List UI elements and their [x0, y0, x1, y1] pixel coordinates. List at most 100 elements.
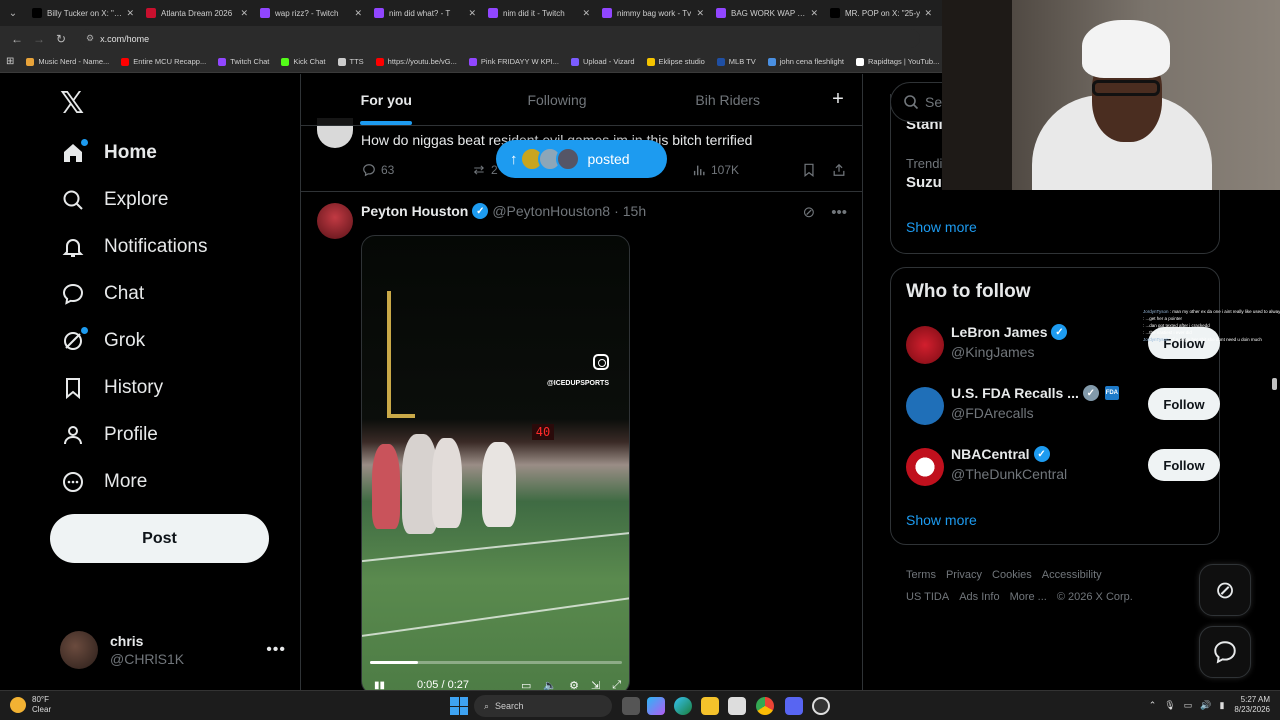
- footer-link[interactable]: Terms: [906, 569, 936, 581]
- bookmark-item[interactable]: Upload - Vizard: [570, 57, 635, 66]
- browser-tab[interactable]: MR. POP on X: "25-y ✕: [824, 2, 938, 24]
- follow-button[interactable]: Follow: [1148, 449, 1220, 481]
- avatar[interactable]: [317, 203, 353, 239]
- chrome-icon[interactable]: [756, 697, 774, 715]
- nav-item-chat[interactable]: Chat: [60, 277, 144, 311]
- network-icon[interactable]: ▭: [1184, 700, 1193, 711]
- fullscreen-icon[interactable]: ⤢: [612, 679, 621, 691]
- suggested-user-name[interactable]: NBACentral: [951, 446, 1030, 462]
- suggested-user-name[interactable]: LeBron James: [951, 324, 1047, 340]
- edge-icon[interactable]: [674, 697, 692, 715]
- volume-icon[interactable]: 🔊: [1200, 700, 1211, 711]
- bookmark-item[interactable]: Eklipse studio: [646, 57, 705, 66]
- browser-tab[interactable]: wap rizz? - Twitch ✕: [254, 2, 368, 24]
- apps-icon[interactable]: ⊞: [6, 56, 14, 67]
- tweet[interactable]: Peyton Houston ✓ @PeytonHouston8 · 15h ⊘…: [301, 193, 862, 690]
- footer-link[interactable]: Cookies: [992, 569, 1032, 581]
- nav-item-history[interactable]: History: [60, 371, 163, 405]
- add-tab-plus-icon[interactable]: +: [813, 74, 862, 125]
- close-tab-icon[interactable]: ✕: [468, 8, 476, 19]
- site-info-icon[interactable]: ⚙: [86, 33, 94, 44]
- nav-item-profile[interactable]: Profile: [60, 418, 158, 452]
- back-icon[interactable]: ←: [6, 32, 28, 46]
- post-button[interactable]: Post: [50, 514, 269, 563]
- account-switcher[interactable]: chris @CHRlS1K •••: [60, 628, 286, 672]
- footer-link[interactable]: Accessibility: [1042, 569, 1102, 581]
- windows-start-icon[interactable]: [450, 697, 468, 715]
- grok-icon[interactable]: ⊘: [803, 203, 816, 221]
- bookmark-item[interactable]: Kick Chat: [281, 57, 326, 66]
- avatar[interactable]: [906, 448, 944, 486]
- chevron-up-icon[interactable]: ⌃: [1149, 700, 1157, 711]
- tab-for-you[interactable]: For you: [301, 74, 472, 125]
- file-explorer-icon[interactable]: [701, 697, 719, 715]
- close-tab-icon[interactable]: ✕: [240, 8, 248, 19]
- footer-link[interactable]: Privacy: [946, 569, 982, 581]
- trend-name[interactable]: Suzu: [906, 174, 942, 191]
- close-tab-icon[interactable]: ✕: [126, 8, 134, 19]
- tab-following[interactable]: Following: [472, 74, 643, 125]
- browser-tab[interactable]: Billy Tucker on X: "Th ✕: [26, 2, 140, 24]
- bookmark-item[interactable]: Music Nerd - Name...: [26, 57, 109, 66]
- popout-icon[interactable]: ⇲: [591, 679, 600, 691]
- page-scrollbar[interactable]: [1272, 378, 1277, 390]
- close-tab-icon[interactable]: ✕: [810, 8, 818, 19]
- avatar[interactable]: [906, 326, 944, 364]
- bookmark-item[interactable]: https://youtu.be/vG...: [375, 57, 457, 66]
- tab-search-icon[interactable]: ⌄: [0, 0, 26, 26]
- bookmark-item[interactable]: john cena fleshlight: [767, 57, 844, 66]
- video-player[interactable]: 40 @ICEDUPSPORTS ▮▮ 0:05 / 0:27 ▭ 🔈 ⚙ ⇲: [361, 235, 630, 690]
- copilot-icon[interactable]: [647, 697, 665, 715]
- messages-fab-button[interactable]: [1199, 626, 1251, 678]
- trends-show-more-link[interactable]: Show more: [906, 219, 977, 235]
- settings-icon[interactable]: ⚙: [569, 679, 579, 691]
- footer-link[interactable]: More ...: [1010, 591, 1047, 603]
- bookmark-item[interactable]: Rapidtags | YouTub...: [855, 57, 939, 66]
- clock[interactable]: 5:27 AM 8/23/2026: [1234, 695, 1270, 715]
- obs-icon[interactable]: [812, 697, 830, 715]
- follow-button[interactable]: Follow: [1148, 388, 1220, 420]
- battery-icon[interactable]: ▮: [1219, 700, 1224, 711]
- x-logo-icon[interactable]: 𝕏: [60, 86, 84, 121]
- close-tab-icon[interactable]: ✕: [354, 8, 362, 19]
- tweet-time[interactable]: 15h: [623, 203, 646, 219]
- bookmark-button[interactable]: [801, 162, 821, 178]
- captions-icon[interactable]: ▭: [521, 679, 531, 691]
- nav-item-home[interactable]: Home: [60, 136, 157, 170]
- footer-link[interactable]: © 2026 X Corp.: [1057, 591, 1133, 603]
- more-dots-icon[interactable]: •••: [831, 204, 847, 221]
- tab-bih-riders[interactable]: Bih Riders: [642, 74, 813, 125]
- suggested-user-name[interactable]: U.S. FDA Recalls ...: [951, 385, 1079, 401]
- nav-item-grok[interactable]: Grok: [60, 324, 145, 358]
- bookmark-item[interactable]: Twitch Chat: [218, 57, 269, 66]
- who-to-follow-show-more-link[interactable]: Show more: [906, 512, 977, 528]
- browser-tab[interactable]: nimmy bag work - Tv ✕: [596, 2, 710, 24]
- nav-item-explore[interactable]: Explore: [60, 183, 168, 217]
- video-progress-bar[interactable]: [370, 661, 622, 664]
- store-icon[interactable]: [728, 697, 746, 715]
- share-button[interactable]: [831, 162, 851, 178]
- discord-icon[interactable]: [785, 697, 803, 715]
- browser-tab[interactable]: Atlanta Dream 2026 ✕: [140, 2, 254, 24]
- volume-icon[interactable]: 🔈: [543, 679, 557, 691]
- weather-widget[interactable]: 80°F Clear: [10, 695, 51, 715]
- close-tab-icon[interactable]: ✕: [582, 8, 590, 19]
- bookmark-item[interactable]: TTS: [337, 57, 364, 66]
- forward-icon[interactable]: →: [28, 32, 50, 46]
- browser-tab[interactable]: nim did it - Twitch ✕: [482, 2, 596, 24]
- close-tab-icon[interactable]: ✕: [696, 8, 704, 19]
- nav-item-more[interactable]: More: [60, 465, 147, 499]
- repost-button[interactable]: ⇄ 2: [471, 162, 498, 178]
- bookmark-item[interactable]: MLB TV: [716, 57, 756, 66]
- tweet-author-name[interactable]: Peyton Houston: [361, 203, 468, 219]
- grok-fab-button[interactable]: ⊘: [1199, 564, 1251, 616]
- more-dots-icon[interactable]: •••: [266, 641, 286, 659]
- bookmark-item[interactable]: Entire MCU Recapp...: [121, 57, 206, 66]
- reload-icon[interactable]: ↻: [50, 32, 72, 46]
- browser-tab[interactable]: nim did what? - T ✕: [368, 2, 482, 24]
- footer-link[interactable]: Ads Info: [959, 591, 999, 603]
- footer-link[interactable]: US TIDA: [906, 591, 949, 603]
- close-tab-icon[interactable]: ✕: [924, 8, 932, 19]
- taskbar-search[interactable]: ⌕ Search: [474, 695, 612, 717]
- browser-tab[interactable]: BAG WORK WAP - Tw ✕: [710, 2, 824, 24]
